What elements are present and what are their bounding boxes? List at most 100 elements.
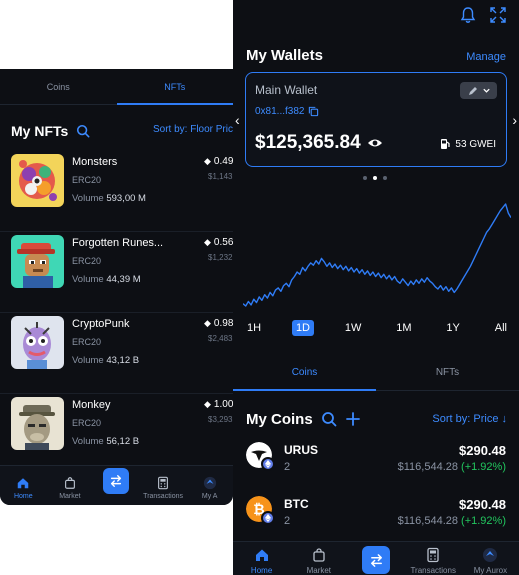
plus-icon[interactable]: [345, 411, 361, 427]
list-item[interactable]: Forgotten Runes... ERC20 Volume 44,39 M …: [0, 232, 233, 313]
gas-price: 53 GWEI: [439, 138, 496, 150]
page-title: My NFTs: [11, 123, 69, 139]
carousel-dot: [383, 176, 387, 180]
network-selector[interactable]: [460, 82, 497, 99]
top-actions: [459, 6, 507, 24]
coin-price: $290.48: [459, 443, 506, 458]
nav-my-aurox[interactable]: My Aurox: [462, 542, 519, 575]
nft-volume: Volume 44,39 M: [72, 274, 141, 285]
nft-name: Monsters: [72, 156, 118, 168]
range-selector: 1H 1D 1W 1M 1Y All: [243, 320, 511, 336]
nft-chain: ERC20: [72, 337, 102, 347]
nft-chain: ERC20: [72, 175, 102, 185]
bag-icon: [64, 477, 75, 489]
nft-price: ◆ 1.00: [204, 399, 233, 410]
nft-chain: ERC20: [72, 418, 102, 428]
nft-price: ◆ 0.49: [204, 156, 233, 167]
bottom-nav: Home Market Transactions My Aurox: [233, 541, 519, 575]
nft-usd: $2,483: [208, 334, 233, 343]
tab-coins[interactable]: Coins: [0, 69, 117, 104]
carousel-dot: [373, 176, 377, 180]
search-icon[interactable]: [76, 124, 90, 138]
asset-tabs: Coins NFTs: [0, 69, 233, 105]
sort-button[interactable]: Sort by: Price ↓: [432, 413, 507, 425]
nft-usd: $1,143: [208, 172, 233, 181]
carousel-dot: [363, 176, 367, 180]
coin-name: URUS: [284, 443, 319, 457]
search-icon[interactable]: [321, 411, 337, 427]
nft-price: ◆ 0.98: [204, 318, 233, 329]
list-item[interactable]: CryptoPunk ERC20 Volume 43,12 B ◆ 0.98 $2…: [0, 313, 233, 394]
range-1m[interactable]: 1M: [392, 320, 415, 336]
range-1y[interactable]: 1Y: [442, 320, 463, 336]
range-all[interactable]: All: [491, 320, 511, 336]
nav-home[interactable]: Home: [0, 466, 47, 505]
list-item[interactable]: ₿ BTC 2 $290.48 $116,544.28 (+1.92%): [233, 496, 519, 546]
list-item[interactable]: Monkey ERC20 Volume 56,12 B ◆ 1.00 $3,293: [0, 394, 233, 475]
tab-nfts[interactable]: NFTs: [116, 69, 234, 105]
nav-transactions[interactable]: Transactions: [140, 466, 187, 505]
bag-icon: [313, 548, 325, 562]
chevron-left-icon[interactable]: ‹: [235, 112, 240, 128]
ethereum-icon: ◆: [204, 156, 211, 166]
list-item[interactable]: URUS 2 $290.48 $116,544.28 (+1.92%): [233, 442, 519, 492]
nft-image-monsters: [11, 154, 64, 207]
nav-home[interactable]: Home: [233, 542, 290, 575]
expand-icon[interactable]: [489, 6, 507, 24]
nft-name: Monkey: [72, 399, 111, 411]
swap-button: [362, 546, 390, 574]
nft-volume: Volume 56,12 B: [72, 436, 140, 447]
list-item[interactable]: Monsters ERC20 Volume 593,00 M ◆ 0.49 $1,…: [0, 151, 233, 232]
nft-chain: ERC20: [72, 256, 102, 266]
coin-value: $116,544.28 (+1.92%): [397, 515, 506, 527]
ethereum-icon: [261, 511, 275, 525]
ethereum-icon: ◆: [204, 237, 211, 247]
wallet-address[interactable]: 0x81...f382: [255, 106, 319, 117]
page-title: My Wallets: [246, 47, 323, 64]
tab-coins[interactable]: Coins: [233, 355, 376, 391]
gas-pump-icon: [441, 139, 451, 149]
chevron-right-icon[interactable]: ›: [512, 112, 517, 128]
home-icon: [255, 549, 268, 561]
nft-name: Forgotten Runes...: [72, 237, 164, 249]
portfolio-chart: [243, 203, 511, 307]
section-title: My Coins: [246, 410, 313, 428]
bottom-nav: Home Market Transactions My A: [0, 465, 233, 505]
nft-name: CryptoPunk: [72, 318, 130, 330]
range-1w[interactable]: 1W: [341, 320, 366, 336]
chevron-down-icon: [482, 88, 490, 93]
wallet-card[interactable]: Main Wallet 0x81...f382 $125,365.84 53 G…: [245, 72, 507, 167]
eye-icon[interactable]: [367, 137, 383, 149]
tab-nfts[interactable]: NFTs: [376, 355, 519, 390]
coin-quantity: 2: [284, 515, 291, 527]
bell-icon[interactable]: [459, 6, 477, 24]
coin-name: BTC: [284, 497, 309, 511]
swap-icon: [111, 475, 122, 487]
ethereum-icon: [261, 457, 275, 471]
nav-market[interactable]: Market: [290, 542, 347, 575]
nav-my-aurox[interactable]: My A: [186, 466, 233, 505]
nft-price: ◆ 0.56: [204, 237, 233, 248]
ethereum-icon: ◆: [204, 318, 211, 328]
wallet-name: Main Wallet: [255, 83, 318, 97]
nav-swap[interactable]: [93, 466, 140, 505]
nft-usd: $1,232: [208, 253, 233, 262]
sort-button[interactable]: Sort by: Floor Pric: [153, 124, 233, 135]
calculator-icon: [427, 547, 439, 563]
nav-transactions[interactable]: Transactions: [405, 542, 462, 575]
home-icon: [18, 478, 29, 489]
ethereum-icon: ◆: [204, 399, 211, 409]
range-1h[interactable]: 1H: [243, 320, 265, 336]
calculator-icon: [158, 476, 169, 490]
wallet-screen: My Wallets Manage ‹ Main Wallet 0x81...f…: [233, 0, 519, 575]
nav-swap[interactable]: [347, 542, 404, 575]
coin-quantity: 2: [284, 461, 291, 473]
wallet-balance: $125,365.84: [255, 132, 383, 154]
nav-market[interactable]: Market: [47, 466, 94, 505]
coins-header: My Coins Sort by: Price ↓: [246, 409, 507, 429]
coin-price: $290.48: [459, 497, 506, 512]
manage-link[interactable]: Manage: [466, 51, 506, 63]
range-1d[interactable]: 1D: [291, 320, 314, 336]
nft-volume: Volume 43,12 B: [72, 355, 140, 366]
app-root: Coins NFTs My NFTs Sort by: Floor Pric M…: [0, 0, 519, 575]
